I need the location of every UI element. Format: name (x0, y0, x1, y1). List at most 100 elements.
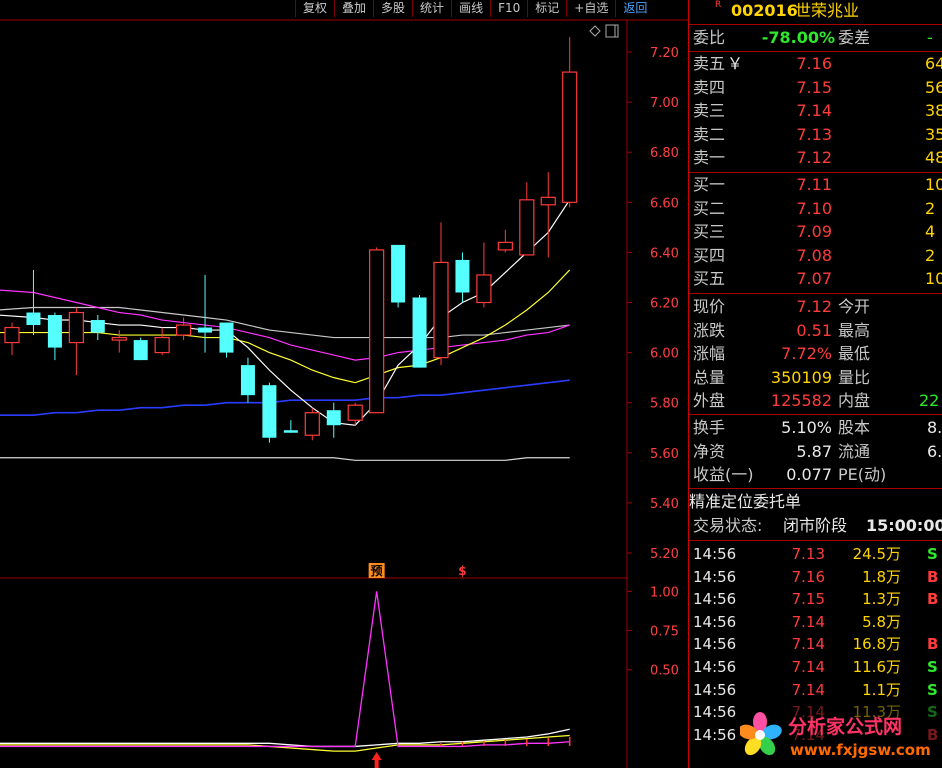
bid-label: 买四 (693, 245, 726, 265)
candle-body (519, 199, 535, 256)
candle-body (347, 404, 363, 421)
indicator-tick-label: 0.75 (650, 625, 679, 640)
ask-row[interactable]: 卖四 7.15 56 (689, 77, 942, 99)
divider (689, 24, 942, 25)
divider (689, 488, 942, 489)
candle-body (219, 322, 234, 353)
stat-row: 外盘 125582 内盘 22 (689, 390, 942, 412)
ask-price: 7.12 (796, 148, 832, 168)
tick-price: 7.14 (791, 680, 825, 699)
candle-body (47, 315, 62, 348)
bid-label: 买三 (693, 222, 726, 242)
candle-body (304, 412, 320, 436)
restore-marker: R (715, 0, 722, 10)
ask-label: 卖一 (693, 148, 726, 168)
fund-row: 换手 5.10% 股本 8. (689, 417, 942, 439)
stat-label-2: 最高 (838, 320, 871, 340)
ask-label: 卖二 (693, 124, 726, 144)
precise-order-title[interactable]: 精准定位委托单 (689, 491, 942, 513)
stat-row: 涨幅 7.72% 最低 (689, 343, 942, 365)
stat-label-2: 量比 (838, 367, 871, 387)
indicator-line-magenta (0, 591, 570, 748)
tick-volume: 11.6万 (852, 658, 901, 676)
stat-value: 125582 (770, 391, 832, 411)
weibi-row: 委比 -78.00% 委差 - (689, 27, 942, 49)
tick-row[interactable]: 14:56 7.14 16.8万 B (689, 633, 942, 656)
tick-time: 14:56 (693, 658, 737, 676)
bid-row[interactable]: 买三 7.09 4 (689, 221, 942, 243)
price-tick-label: 6.80 (650, 146, 679, 161)
bid-label: 买二 (693, 198, 726, 218)
candle-body (326, 410, 341, 426)
fund-value-2: 6. (927, 441, 942, 461)
price-tick-label: 6.20 (650, 297, 679, 312)
tick-time: 14:56 (693, 567, 737, 586)
tick-price: 7.14 (791, 658, 825, 676)
tick-row[interactable]: 14:56 7.15 1.3万 B (689, 588, 942, 611)
bid-row[interactable]: 买二 7.10 2 (689, 198, 942, 220)
indicator-tick-label: 1.00 (650, 585, 679, 600)
candle-body (476, 274, 492, 304)
tick-row[interactable]: 14:56 7.13 24.5万 S (689, 543, 942, 566)
weicha-value: - (927, 28, 933, 47)
state-value: 闭市阶段 (783, 516, 848, 535)
ask-row[interactable]: 卖五 ￥ 7.16 64 (689, 53, 942, 75)
candle-body (412, 297, 427, 368)
ask-label: 卖四 (693, 77, 726, 97)
watermark-title: 分析家公式网 (788, 715, 902, 738)
price-tick-label: 7.20 (650, 46, 679, 61)
state-label: 交易状态: (693, 516, 763, 535)
divider (689, 293, 942, 294)
fund-value-2: 8. (927, 418, 942, 437)
tick-time: 14:56 (693, 725, 737, 744)
bid-price: 7.07 (796, 269, 832, 289)
stat-value: 350109 (770, 367, 832, 387)
tick-time: 14:56 (693, 635, 737, 654)
tick-side: S (927, 680, 938, 699)
stat-row: 总量 350109 量比 (689, 367, 942, 389)
bid-row[interactable]: 买一 7.11 10 (689, 174, 942, 196)
bid-row[interactable]: 买四 7.08 2 (689, 245, 942, 267)
stat-label: 涨幅 (693, 344, 726, 364)
bid-row[interactable]: 买五 7.07 10 (689, 268, 942, 290)
bid-label: 买五 (693, 269, 726, 289)
tick-time: 14:56 (693, 545, 737, 563)
forecast-marker: 预 (371, 564, 383, 578)
tick-row[interactable]: 14:56 7.14 1.1万 S (689, 679, 942, 702)
stat-value: 7.72% (781, 344, 832, 364)
candle-body (240, 365, 255, 396)
candle-body (198, 327, 213, 333)
tick-volume: 5.8万 (862, 612, 901, 631)
tick-row[interactable]: 14:56 7.14 5.8万 (689, 611, 942, 634)
tick-time: 14:56 (693, 590, 737, 609)
price-tick-label: 5.40 (650, 497, 679, 512)
stock-title: R 002016 世荣兆业 (689, 0, 942, 22)
candle-body (455, 259, 470, 293)
tick-row[interactable]: 14:56 7.16 1.8万 B (689, 566, 942, 589)
fund-label-2: 流通 (838, 441, 871, 461)
stat-value: 0.51 (796, 320, 832, 340)
tick-side: B (927, 635, 939, 654)
stat-label: 现价 (693, 297, 726, 316)
price-tick-label: 5.20 (650, 547, 679, 562)
kline-chart[interactable]: 7.20 7.00 6.80 6.60 6.40 6.20 6.00 5.80 5.60 5.40… (0, 0, 688, 768)
ask-row[interactable]: 卖三 7.14 38 (689, 100, 942, 122)
stat-row: 现价 7.12 今开 (689, 296, 942, 318)
stock-code: 002016 (731, 1, 798, 20)
ask-price: 7.16 (796, 54, 832, 73)
fund-label-2: PE(动) (838, 465, 887, 485)
bid-price: 7.09 (796, 222, 832, 242)
tick-time: 14:56 (693, 703, 737, 722)
candle-body (4, 326, 20, 344)
price-tick-label: 5.60 (650, 447, 679, 462)
ask-row[interactable]: 卖一 7.12 48 (689, 147, 942, 169)
candle-body (90, 320, 105, 333)
tick-price: 7.14 (791, 635, 825, 654)
ask-volume: 48 (925, 148, 942, 168)
ask-row[interactable]: 卖二 7.13 35 (689, 124, 942, 146)
ma-line-lightgray (0, 457, 570, 461)
candle-body (262, 385, 277, 438)
tick-row[interactable]: 14:56 7.14 11.6万 S (689, 656, 942, 679)
candle-body (176, 324, 192, 336)
ask-label: 卖五 (693, 54, 726, 73)
